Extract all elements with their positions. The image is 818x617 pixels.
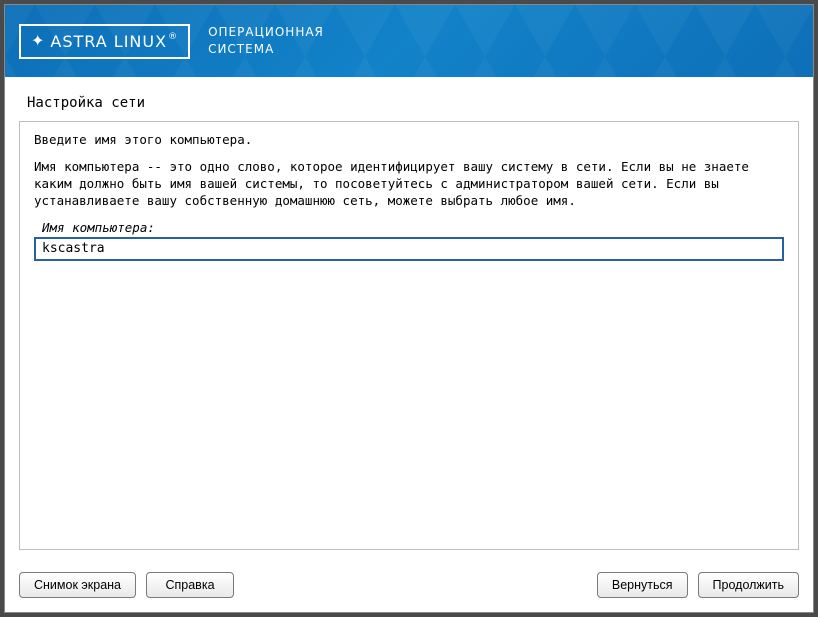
subtitle-line2: СИСТЕМА	[208, 41, 324, 58]
continue-button[interactable]: Продолжить	[698, 572, 799, 598]
header: ✦ ASTRA LINUX® ОПЕРАЦИОННАЯ СИСТЕМА	[5, 5, 813, 77]
brand-text: ASTRA LINUX®	[50, 32, 178, 51]
screenshot-button[interactable]: Снимок экрана	[19, 572, 136, 598]
content-frame: Введите имя этого компьютера. Имя компью…	[19, 121, 799, 550]
footer-spacer	[244, 572, 587, 598]
instruction-primary: Введите имя этого компьютера.	[34, 132, 784, 147]
footer: Снимок экрана Справка Вернуться Продолжи…	[5, 562, 813, 612]
help-button[interactable]: Справка	[146, 572, 234, 598]
subtitle-line1: ОПЕРАЦИОННАЯ	[208, 24, 324, 41]
header-subtitle: ОПЕРАЦИОННАЯ СИСТЕМА	[208, 24, 324, 58]
page-title: Настройка сети	[5, 77, 813, 121]
hostname-label: Имя компьютера:	[34, 220, 784, 235]
registered-icon: ®	[168, 32, 178, 42]
star-icon: ✦	[31, 33, 44, 49]
back-button[interactable]: Вернуться	[597, 572, 688, 598]
installer-window: ✦ ASTRA LINUX® ОПЕРАЦИОННАЯ СИСТЕМА Наст…	[4, 4, 814, 613]
brand-logo: ✦ ASTRA LINUX®	[19, 24, 190, 59]
hostname-input[interactable]	[34, 237, 784, 261]
instruction-secondary: Имя компьютера -- это одно слово, которо…	[34, 159, 784, 210]
